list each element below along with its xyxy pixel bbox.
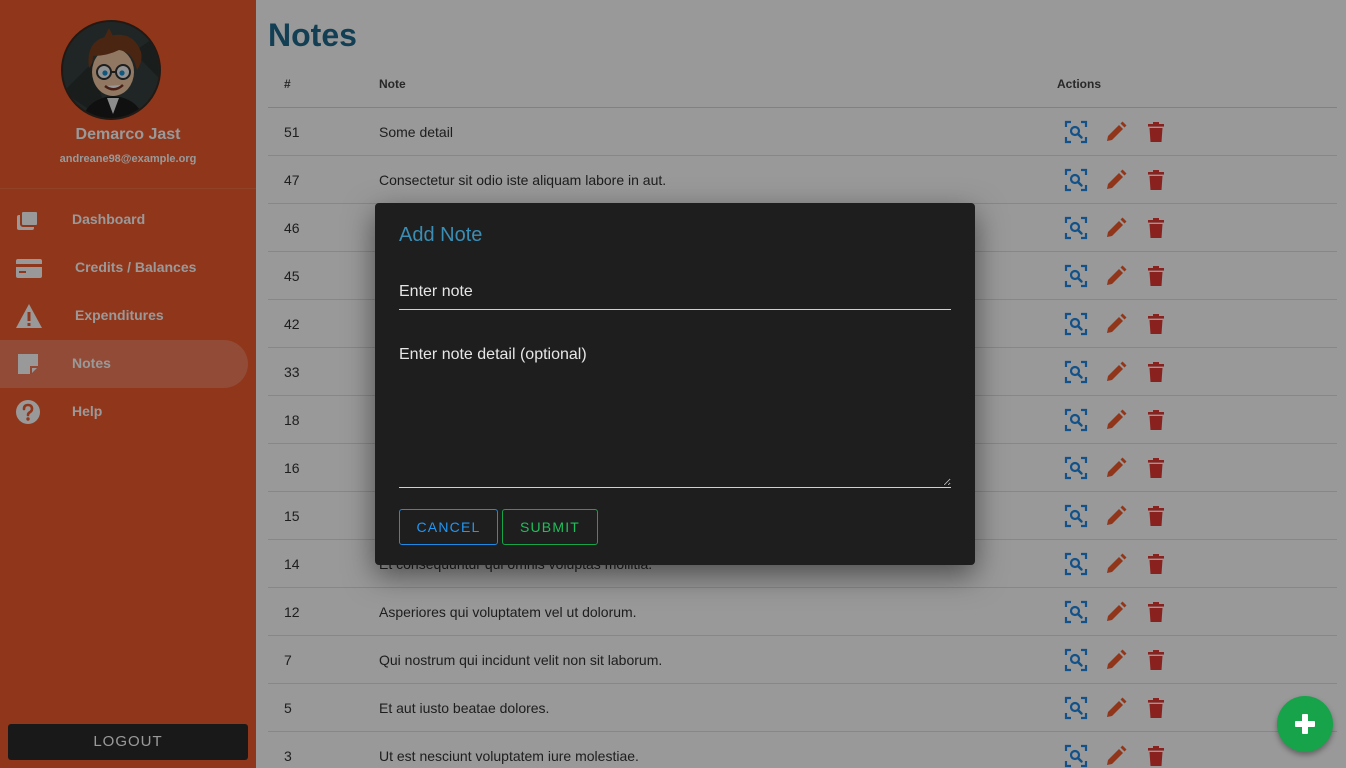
- add-note-fab[interactable]: [1277, 696, 1333, 752]
- note-detail-field: [399, 346, 951, 488]
- note-input[interactable]: [399, 275, 951, 309]
- plus-icon: [1295, 714, 1315, 734]
- cancel-button[interactable]: CANCEL: [399, 509, 498, 545]
- note-field: [399, 275, 951, 310]
- add-note-dialog: Add Note CANCEL SUBMIT: [375, 203, 975, 565]
- dialog-title: Add Note: [399, 224, 483, 246]
- note-detail-textarea[interactable]: [399, 346, 951, 486]
- submit-button[interactable]: SUBMIT: [502, 509, 598, 545]
